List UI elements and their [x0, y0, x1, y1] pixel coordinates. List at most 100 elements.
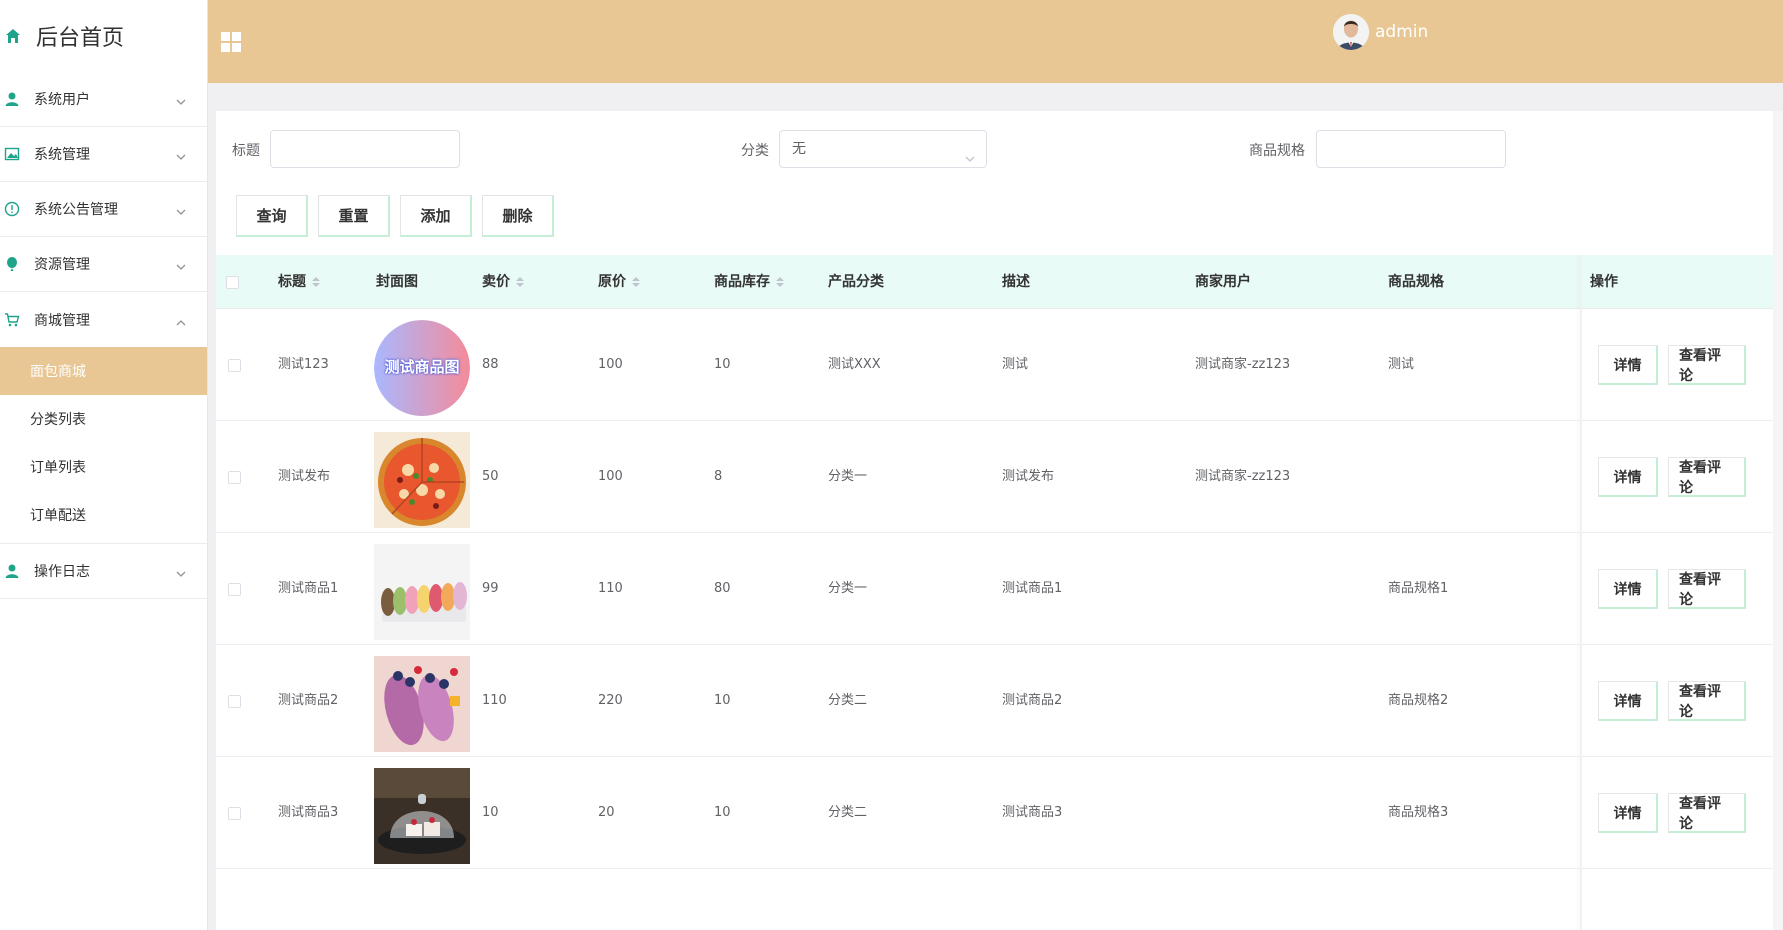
info-icon [4, 201, 20, 217]
category-select-value: 无 [792, 141, 806, 157]
sort-icon[interactable] [312, 277, 320, 287]
toolbar: 查询 重置 添加 删除 [236, 195, 564, 237]
view-comments-button[interactable]: 查看评论 [1668, 345, 1746, 385]
col-ops-label: 操作 [1590, 274, 1618, 290]
view-comments-button[interactable]: 查看评论 [1668, 681, 1746, 721]
delete-button[interactable]: 删除 [482, 195, 554, 237]
col-category-label: 产品分类 [828, 274, 884, 290]
sidebar-item-system-users[interactable]: 系统用户 [0, 72, 207, 127]
col-title-label: 标题 [278, 274, 306, 290]
cover-image [374, 768, 470, 864]
row-checkbox[interactable] [228, 583, 241, 596]
cover-image [374, 544, 470, 640]
cell-price: 110 [482, 693, 507, 708]
view-comments-button[interactable]: 查看评论 [1668, 793, 1746, 833]
user-menu[interactable]: admin [1333, 14, 1428, 50]
sidebar-item-label: 资源管理 [34, 257, 90, 273]
col-title[interactable]: 标题 [278, 255, 320, 309]
category-select[interactable]: 无 [779, 130, 987, 168]
cell-price: 88 [482, 357, 499, 372]
sidebar-subitem-order-list[interactable]: 订单列表 [0, 443, 207, 491]
sidebar-item-shop-management[interactable]: 商城管理 [0, 292, 207, 347]
cell-spec: 商品规格1 [1388, 581, 1449, 596]
cell-merchant: 测试商家-zz123 [1195, 357, 1291, 372]
sidebar-item-label: 操作日志 [34, 564, 90, 580]
cell-title: 测试商品1 [278, 581, 339, 596]
sidebar-item-operation-log[interactable]: 操作日志 [0, 544, 207, 599]
row-checkbox[interactable] [228, 807, 241, 820]
sort-icon[interactable] [516, 277, 524, 287]
col-stock[interactable]: 商品库存 [714, 255, 784, 309]
cover-image [374, 656, 470, 752]
spec-input[interactable] [1316, 130, 1506, 168]
cell-price: 99 [482, 581, 499, 596]
shop-submenu: 面包商城 分类列表 订单列表 订单配送 [0, 347, 207, 544]
add-button[interactable]: 添加 [400, 195, 472, 237]
username: admin [1375, 22, 1429, 42]
col-cover-label: 封面图 [376, 274, 418, 290]
col-price[interactable]: 卖价 [482, 255, 524, 309]
cell-category: 分类二 [828, 805, 868, 820]
product-table: 标题 封面图 卖价 原价 商品库存 产品分类 描述 商家用户 商品规格 操作 测… [216, 255, 1776, 930]
chevron-down-icon [175, 148, 187, 160]
category-label: 分类 [741, 143, 769, 159]
chevron-down-icon [964, 143, 976, 162]
sidebar-subitem-order-delivery[interactable]: 订单配送 [0, 491, 207, 539]
reset-button[interactable]: 重置 [318, 195, 390, 237]
cell-stock: 80 [714, 581, 731, 596]
detail-button[interactable]: 详情 [1598, 569, 1658, 609]
sort-icon[interactable] [632, 277, 640, 287]
query-button[interactable]: 查询 [236, 195, 308, 237]
table-row: 测试商品3 10 20 10 分类二 测试商品3 商品规格3 详情 查看评论 [216, 757, 1776, 869]
cell-original-price: 100 [598, 469, 623, 484]
chevron-up-icon [175, 314, 187, 326]
row-checkbox[interactable] [228, 359, 241, 372]
detail-button[interactable]: 详情 [1598, 681, 1658, 721]
home-icon [4, 27, 22, 45]
sidebar: 后台首页 系统用户 系统管理 系统公告管理 资源管理 商城管理 面包商城 分类列… [0, 0, 208, 930]
cell-original-price: 220 [598, 693, 623, 708]
avatar [1333, 14, 1369, 50]
row-checkbox[interactable] [228, 695, 241, 708]
row-checkbox[interactable] [228, 471, 241, 484]
cell-title: 测试发布 [278, 469, 331, 484]
cell-title: 测试商品3 [278, 805, 339, 820]
cell-spec: 测试 [1388, 357, 1415, 372]
cell-category: 分类二 [828, 693, 868, 708]
detail-button[interactable]: 详情 [1598, 457, 1658, 497]
cell-description: 测试商品3 [1002, 805, 1063, 820]
view-comments-button[interactable]: 查看评论 [1668, 457, 1746, 497]
grid-icon[interactable] [221, 32, 241, 52]
sidebar-item-system-management[interactable]: 系统管理 [0, 127, 207, 182]
cell-original-price: 20 [598, 805, 615, 820]
view-comments-button[interactable]: 查看评论 [1668, 569, 1746, 609]
detail-button[interactable]: 详情 [1598, 345, 1658, 385]
sidebar-item-resources[interactable]: 资源管理 [0, 237, 207, 292]
col-original-label: 原价 [598, 274, 626, 290]
chevron-down-icon [175, 203, 187, 215]
chevron-down-icon [175, 93, 187, 105]
spec-label: 商品规格 [1249, 143, 1305, 159]
fixed-column-divider [1580, 255, 1582, 930]
cell-description: 测试发布 [1002, 469, 1055, 484]
sort-icon[interactable] [776, 277, 784, 287]
balloon-icon [4, 256, 20, 272]
title-input[interactable] [270, 130, 460, 168]
col-category: 产品分类 [828, 255, 884, 309]
cover-image [374, 432, 470, 528]
sidebar-item-announcements[interactable]: 系统公告管理 [0, 182, 207, 237]
table-row: 测试发布 50 100 8 分类一 测试发布 测试商家-zz123 详情 查看评… [216, 421, 1776, 533]
col-original-price[interactable]: 原价 [598, 255, 640, 309]
sidebar-subitem-bread-shop[interactable]: 面包商城 [0, 347, 207, 395]
cell-stock: 8 [714, 469, 723, 484]
cell-stock: 10 [714, 693, 731, 708]
sidebar-subitem-category-list[interactable]: 分类列表 [0, 395, 207, 443]
page-scrollbar[interactable] [1773, 111, 1783, 930]
detail-button[interactable]: 详情 [1598, 793, 1658, 833]
sidebar-item-label: 系统用户 [34, 92, 90, 108]
picture-icon [4, 146, 20, 162]
cell-description: 测试商品1 [1002, 581, 1063, 596]
sidebar-home[interactable]: 后台首页 [0, 0, 207, 72]
col-description: 描述 [1002, 255, 1030, 309]
select-all-checkbox[interactable] [226, 276, 239, 289]
